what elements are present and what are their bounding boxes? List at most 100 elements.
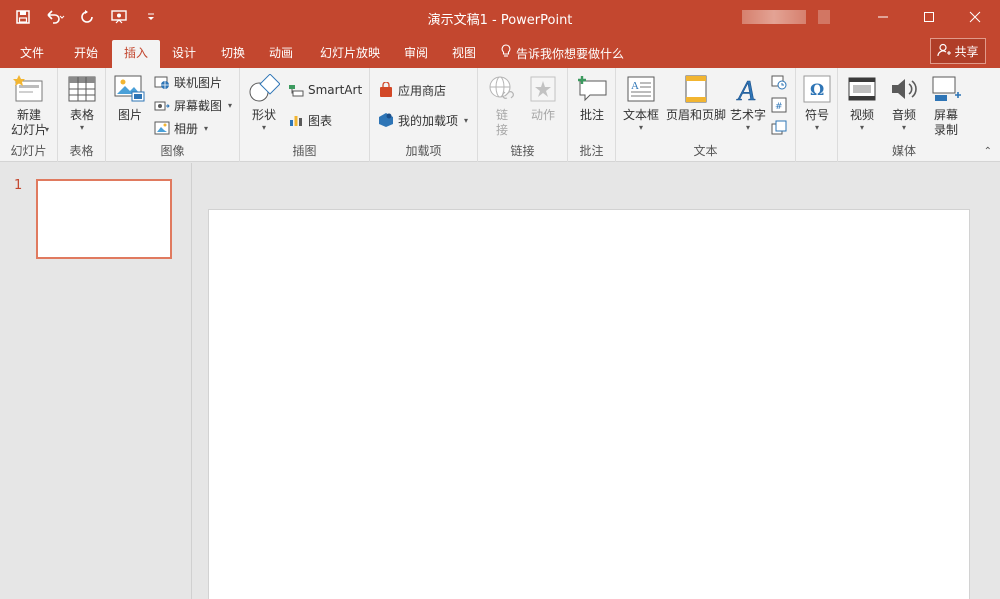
- tab-transitions[interactable]: 切换: [210, 40, 256, 68]
- title-bar: 演示文稿1 - PowerPoint: [0, 0, 1000, 34]
- group-label-addins: 加载项: [405, 144, 442, 158]
- tab-review[interactable]: 审阅: [394, 40, 438, 68]
- tab-slideshow[interactable]: 幻灯片放映: [310, 40, 390, 68]
- slide-number-button[interactable]: #: [771, 95, 787, 115]
- wordart-label: 艺术字: [729, 108, 766, 122]
- textbox-button[interactable]: A 文本框 ▾: [620, 72, 662, 133]
- group-text: A 文本框 ▾ 页眉和页脚 A 艺术字 ▾ # 文本: [616, 68, 796, 162]
- shapes-icon: [247, 72, 281, 106]
- object-icon: [771, 120, 787, 136]
- slide-number: 1: [14, 178, 23, 193]
- comment-button[interactable]: 批注: [574, 72, 610, 123]
- new-slide-label: 新建 幻灯片: [10, 108, 47, 137]
- user-avatar-blurred[interactable]: [818, 10, 830, 24]
- store-icon: [378, 82, 394, 98]
- close-icon[interactable]: [952, 0, 998, 34]
- addins-icon: [378, 112, 394, 128]
- link-globe-icon: [485, 72, 519, 106]
- maximize-icon[interactable]: [906, 0, 952, 34]
- person-icon: [937, 43, 952, 60]
- smartart-icon: [288, 82, 304, 98]
- chart-button[interactable]: 图表: [288, 110, 332, 130]
- textbox-icon: A: [624, 72, 658, 106]
- lightbulb-icon: [500, 41, 512, 67]
- tab-design[interactable]: 设计: [162, 40, 206, 68]
- group-images: 图片 联机图片 屏幕截图 ▾ 相册 ▾ 图像: [106, 68, 240, 162]
- chevron-down-icon: ▾: [79, 123, 84, 132]
- chevron-down-icon: ▾: [859, 123, 864, 132]
- share-label: 共享: [954, 44, 979, 59]
- group-comments: 批注 批注: [568, 68, 616, 162]
- screen-recording-icon: [929, 72, 963, 106]
- video-button[interactable]: 视频 ▾: [842, 72, 882, 133]
- slide-thumbnail[interactable]: [36, 179, 172, 259]
- audio-label: 音频: [891, 108, 916, 122]
- table-button[interactable]: 表格 ▾: [63, 72, 101, 133]
- picture-label: 图片: [117, 108, 142, 122]
- photo-album-icon: [154, 120, 170, 136]
- header-footer-button[interactable]: 页眉和页脚: [664, 72, 728, 123]
- store-button[interactable]: 应用商店: [378, 80, 446, 100]
- screen-recording-label: 屏幕 录制: [933, 108, 958, 137]
- shapes-button[interactable]: 形状 ▾: [244, 72, 284, 133]
- group-media: 视频 ▾ 音频 ▾ 屏幕 录制 媒体: [838, 68, 970, 162]
- new-slide-icon: [12, 72, 46, 106]
- table-icon: [65, 72, 99, 106]
- picture-button[interactable]: 图片: [110, 72, 150, 123]
- window-title: 演示文稿1 - PowerPoint: [427, 13, 573, 28]
- action-label: 动作: [530, 108, 555, 122]
- action-button[interactable]: 动作: [524, 72, 562, 123]
- svg-text:#: #: [775, 102, 783, 112]
- link-button[interactable]: 链 接: [484, 72, 520, 138]
- group-label-illustrations: 插图: [292, 144, 317, 158]
- header-footer-label: 页眉和页脚: [665, 108, 726, 122]
- minimize-icon[interactable]: [860, 0, 906, 34]
- editing-canvas: [193, 163, 1000, 599]
- tab-view[interactable]: 视图: [442, 40, 486, 68]
- current-slide[interactable]: [208, 209, 970, 599]
- comment-label: 批注: [579, 108, 604, 122]
- date-time-button[interactable]: [771, 72, 787, 92]
- tab-home[interactable]: 开始: [62, 40, 110, 68]
- ribbon-tabs: 文件 开始 插入 设计 切换 动画 幻灯片放映 审阅 视图 告诉我你想要做什么 …: [0, 34, 1000, 68]
- chevron-down-icon[interactable]: ▾: [45, 125, 49, 135]
- chevron-down-icon: ▾: [228, 100, 233, 110]
- chevron-down-icon: ▾: [261, 123, 266, 132]
- group-illustrations: 形状 ▾ SmartArt 图表 插图: [240, 68, 370, 162]
- user-name-blurred[interactable]: [742, 10, 806, 24]
- group-links: 链 接 动作 链接: [478, 68, 568, 162]
- wordart-button[interactable]: A 艺术字 ▾: [728, 72, 768, 133]
- tab-insert[interactable]: 插入: [112, 40, 160, 68]
- share-button[interactable]: 共享: [930, 38, 986, 64]
- chevron-down-icon: ▾: [464, 115, 469, 125]
- slide-thumbnails-pane: 1: [0, 163, 192, 599]
- screenshot-button[interactable]: 屏幕截图 ▾: [154, 95, 232, 115]
- audio-button[interactable]: 音频 ▾: [884, 72, 924, 133]
- chevron-down-icon: ▾: [814, 123, 819, 132]
- object-button[interactable]: [771, 118, 787, 138]
- smartart-button[interactable]: SmartArt: [288, 80, 362, 100]
- slide-number-icon: #: [771, 97, 787, 113]
- group-label-slides: 幻灯片: [10, 144, 47, 158]
- online-pictures-button[interactable]: 联机图片: [154, 72, 222, 92]
- action-star-icon: [526, 72, 560, 106]
- table-label: 表格: [69, 108, 94, 122]
- screen-recording-button[interactable]: 屏幕 录制: [926, 72, 966, 138]
- comment-icon: [575, 72, 609, 106]
- my-addins-button[interactable]: 我的加载项 ▾: [378, 110, 468, 130]
- group-tables: 表格 ▾ 表格: [58, 68, 106, 162]
- ribbon-insert: 新建 幻灯片 ▾ 幻灯片 表格 ▾ 表格 图片 联机图片 屏幕截图 ▾ 相册 ▾…: [0, 68, 1000, 162]
- symbol-button[interactable]: Ω 符号 ▾: [798, 72, 836, 133]
- tell-me-box[interactable]: 告诉我你想要做什么: [500, 40, 624, 68]
- group-label-tables: 表格: [69, 144, 94, 158]
- svg-text:A: A: [631, 80, 639, 92]
- chevron-down-icon: ▾: [901, 123, 906, 132]
- store-label: 应用商店: [398, 83, 447, 98]
- tab-file[interactable]: 文件: [10, 40, 54, 68]
- symbol-label: 符号: [804, 108, 829, 122]
- tab-animations[interactable]: 动画: [258, 40, 304, 68]
- photo-album-button[interactable]: 相册 ▾: [154, 118, 208, 138]
- omega-icon: Ω: [800, 72, 834, 106]
- collapse-ribbon-icon[interactable]: ⌃: [984, 146, 992, 157]
- wordart-icon: A: [731, 72, 765, 106]
